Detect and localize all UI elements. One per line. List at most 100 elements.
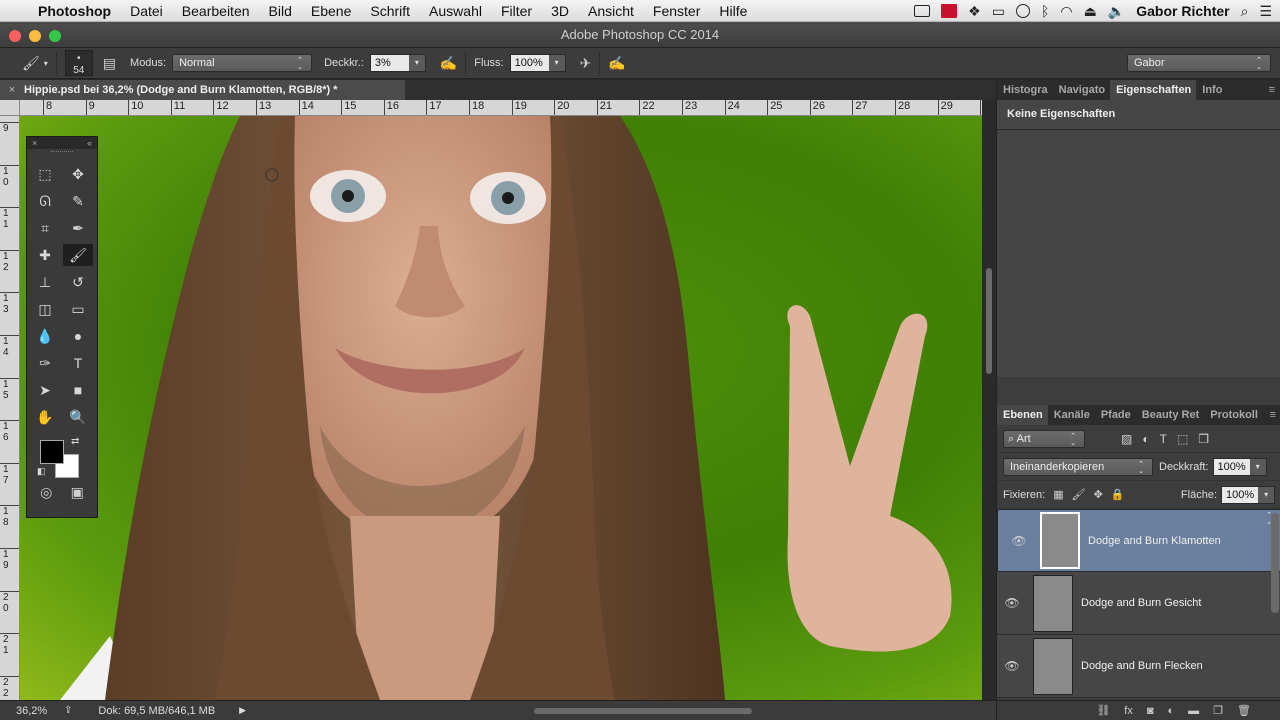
type-tool-icon[interactable]: T [63, 352, 93, 374]
document-tab[interactable]: × Hippie.psd bei 36,2% (Dodge and Burn K… [0, 80, 405, 100]
layer-style-icon[interactable]: fx [1124, 705, 1133, 717]
tab-layers[interactable]: Ebenen [997, 405, 1048, 425]
tab-navigator[interactable]: Navigato [1053, 80, 1110, 100]
eraser-tool-icon[interactable]: ◫ [30, 298, 60, 320]
layer-row[interactable]: 👁 Dodge and Burn Gesicht [997, 572, 1280, 635]
bluetooth-icon[interactable]: ᛒ [1041, 3, 1049, 19]
layer-thumbnail[interactable] [1040, 512, 1080, 569]
hand-tool-icon[interactable]: ✋ [30, 406, 60, 428]
quick-mask-icon[interactable]: ◎ [40, 484, 52, 501]
menu-hilfe[interactable]: Hilfe [719, 3, 747, 19]
swap-colors-icon[interactable]: ⇄ [71, 436, 79, 447]
rectangle-tool-icon[interactable]: ■ [63, 379, 93, 401]
wifi-icon[interactable]: ◠ [1060, 3, 1072, 20]
tab-channels[interactable]: Kanäle [1048, 405, 1095, 425]
lock-all-icon[interactable]: 🔒 [1111, 488, 1125, 501]
airbrush-icon[interactable]: ✈ [580, 55, 592, 72]
link-layers-icon[interactable]: ⛓ [1096, 704, 1110, 717]
canvas-vertical-scrollbar[interactable] [982, 100, 996, 700]
filter-smart-object-icon[interactable]: ❐ [1198, 432, 1209, 446]
opacity-field[interactable]: 3% ▾ [369, 54, 426, 72]
tab-info[interactable]: Info [1196, 80, 1227, 100]
opacity-dropdown-icon[interactable]: ▾ [408, 55, 425, 71]
eyedropper-tool-icon[interactable]: ✒ [63, 217, 93, 239]
lock-position-icon[interactable]: ✥ [1094, 488, 1103, 501]
new-group-icon[interactable]: ▬ [1188, 705, 1199, 717]
menu-ebene[interactable]: Ebene [311, 3, 351, 19]
filter-adjustment-icon[interactable]: ◐ [1142, 432, 1149, 446]
pressure-size-icon[interactable]: ✍ [608, 55, 625, 72]
adobe-icon[interactable] [941, 4, 958, 18]
fill-field[interactable]: 100% ▾ [1221, 485, 1275, 504]
workspace-select[interactable]: Gabor [1127, 54, 1271, 72]
tab-beauty-retouch[interactable]: Beauty Ret [1136, 405, 1204, 425]
layers-menu-icon[interactable]: ≡ [1264, 405, 1280, 425]
minimize-window-button[interactable] [29, 30, 41, 42]
foreground-color-swatch[interactable] [40, 440, 64, 464]
status-menu-icon[interactable]: ▶ [239, 705, 246, 716]
close-window-button[interactable] [9, 30, 21, 42]
export-icon[interactable]: ⇪ [64, 705, 72, 716]
move-tool-icon[interactable]: ✥ [63, 163, 93, 185]
fill-dropdown-icon[interactable]: ▾ [1258, 486, 1274, 503]
menu-app-name[interactable]: Photoshop [38, 3, 111, 19]
lock-transparency-icon[interactable]: ▦ [1053, 488, 1063, 501]
layer-thumbnail[interactable] [1033, 637, 1073, 695]
layer-filter-select[interactable]: ⌕ Art [1003, 429, 1085, 448]
flow-field[interactable]: 100% ▾ [509, 54, 566, 72]
menu-datei[interactable]: Datei [130, 3, 163, 19]
visibility-eye-icon[interactable]: 👁 [997, 596, 1027, 610]
new-layer-icon[interactable]: ❐ [1213, 704, 1223, 717]
panel-grip[interactable] [51, 151, 73, 157]
filter-pixel-icon[interactable]: ▨ [1121, 432, 1132, 446]
menu-ansicht[interactable]: Ansicht [588, 3, 634, 19]
airplay-icon[interactable]: ▭ [992, 3, 1005, 20]
layer-name[interactable]: Dodge and Burn Flecken [1081, 660, 1203, 672]
delete-layer-icon[interactable]: 🗑 [1237, 704, 1251, 717]
preset-dropdown-icon[interactable]: ▾ [44, 59, 48, 68]
user-name[interactable]: Gabor Richter [1136, 3, 1229, 19]
marquee-tool-icon[interactable]: ⬚ [30, 163, 60, 185]
default-colors-icon[interactable]: ◧ [37, 466, 46, 477]
flow-dropdown-icon[interactable]: ▾ [548, 55, 565, 71]
ruler-corner[interactable] [0, 100, 20, 116]
menu-auswahl[interactable]: Auswahl [429, 3, 482, 19]
zoom-tool-icon[interactable]: 🔍 [63, 406, 93, 428]
zoom-window-button[interactable] [49, 30, 61, 42]
menu-filter[interactable]: Filter [501, 3, 532, 19]
menu-3d[interactable]: 3D [551, 3, 569, 19]
new-adjustment-icon[interactable]: ◐ [1168, 705, 1175, 717]
menu-fenster[interactable]: Fenster [653, 3, 700, 19]
notification-center-icon[interactable]: ☰ [1259, 3, 1272, 20]
clone-stamp-tool-icon[interactable]: ⊥ [30, 271, 60, 293]
close-tab-icon[interactable]: × [0, 84, 24, 96]
menu-bild[interactable]: Bild [269, 3, 292, 19]
menu-schrift[interactable]: Schrift [370, 3, 410, 19]
layer-row[interactable]: 👁 Dodge and Burn Flecken [997, 635, 1280, 698]
document-canvas[interactable] [20, 116, 982, 700]
mode-select[interactable]: Normal [172, 54, 313, 72]
pen-tool-icon[interactable]: ✑ [30, 352, 60, 374]
history-brush-tool-icon[interactable]: ↺ [63, 271, 93, 293]
layer-opacity-field[interactable]: 100% ▾ [1212, 457, 1267, 476]
brush-size-picker[interactable]: • 54 [64, 50, 93, 76]
filter-shape-icon[interactable]: ⬚ [1177, 432, 1188, 446]
visibility-eye-icon[interactable]: 👁 [1004, 533, 1034, 549]
volume-icon[interactable]: 🔈 [1108, 3, 1125, 20]
filter-type-icon[interactable]: T [1160, 432, 1167, 446]
brush-tool-preset-icon[interactable]: 🖌 [22, 55, 40, 72]
menu-bearbeiten[interactable]: Bearbeiten [182, 3, 250, 19]
layer-opacity-dropdown-icon[interactable]: ▾ [1249, 458, 1266, 475]
tab-history[interactable]: Protokoll [1204, 405, 1263, 425]
brush-panel-icon[interactable]: ▤ [103, 55, 116, 72]
close-tools-icon[interactable]: × [32, 137, 37, 149]
add-mask-icon[interactable]: ◙ [1147, 705, 1154, 717]
layer-row[interactable]: 👁 Dodge and Burn Klamotten [997, 509, 1280, 572]
search-icon[interactable]: ⌕ [1241, 3, 1249, 20]
layer-thumbnail[interactable] [1033, 574, 1073, 632]
lasso-tool-icon[interactable]: ᘏ [30, 190, 60, 212]
vertical-ruler[interactable]: 9 10 11 12 13 14 15 16 17 18 19 20 21 22 [0, 116, 20, 700]
crop-tool-icon[interactable]: ⌗ [30, 217, 60, 239]
panel-menu-icon[interactable]: ≡ [1263, 80, 1280, 100]
zoom-level[interactable]: 36,2% [16, 705, 56, 717]
